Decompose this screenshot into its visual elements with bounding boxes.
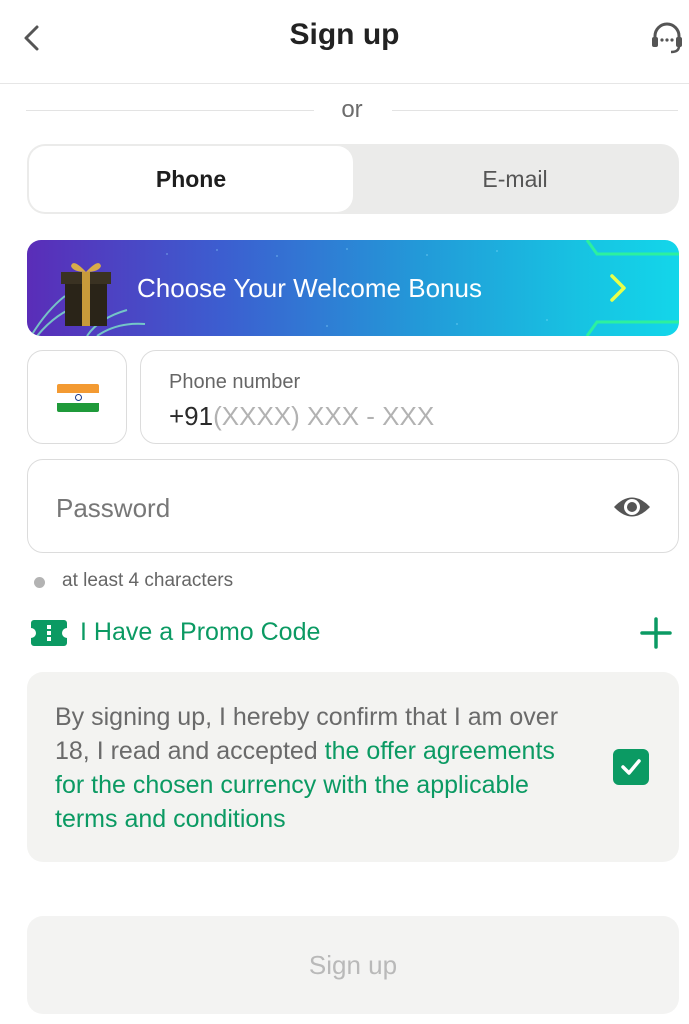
or-divider: or (26, 96, 678, 126)
phone-number-input[interactable]: +91(XXXX) XXX - XXX (169, 401, 434, 432)
show-password-button[interactable] (612, 490, 652, 524)
terms-text: By signing up, I hereby confirm that I a… (55, 700, 575, 836)
password-hint-text: at least 4 characters (62, 570, 234, 591)
terms-checkbox[interactable] (613, 749, 649, 785)
checkmark-icon (621, 759, 641, 775)
ticket-icon (31, 620, 67, 646)
terms-agreement-box: By signing up, I hereby confirm that I a… (27, 672, 679, 862)
signup-method-tabs: Phone E-mail (27, 144, 679, 214)
tab-email[interactable]: E-mail (353, 146, 677, 212)
promo-code-toggle[interactable]: I Have a Promo Code (30, 612, 679, 658)
welcome-bonus-text: Choose Your Welcome Bonus (137, 273, 482, 303)
phone-number-field[interactable]: Phone number +91(XXXX) XXX - XXX (140, 350, 679, 444)
top-bar: Sign up (0, 0, 689, 84)
page-title: Sign up (289, 18, 400, 51)
india-flag-icon (57, 384, 99, 412)
plus-icon[interactable] (639, 616, 673, 650)
gift-icon (61, 263, 111, 326)
tab-phone[interactable]: Phone (29, 146, 353, 212)
promo-code-label: I Have a Promo Code (80, 618, 321, 646)
support-button[interactable] (647, 18, 687, 58)
headset-support-icon (652, 22, 682, 54)
phone-placeholder: (XXXX) XXX - XXX (213, 401, 435, 431)
hint-bullet (34, 577, 45, 588)
divider-line-right (392, 110, 678, 111)
country-code-selector[interactable] (27, 350, 127, 444)
password-field[interactable]: Password (27, 459, 679, 553)
phone-number-label: Phone number (169, 371, 301, 393)
chevron-right-icon (610, 274, 626, 302)
sign-up-button[interactable]: Sign up (27, 916, 679, 1014)
eye-icon (614, 497, 650, 517)
password-placeholder: Password (56, 493, 171, 523)
phone-prefix: +91 (169, 401, 214, 431)
welcome-bonus-banner[interactable]: Choose Your Welcome Bonus (27, 240, 679, 336)
